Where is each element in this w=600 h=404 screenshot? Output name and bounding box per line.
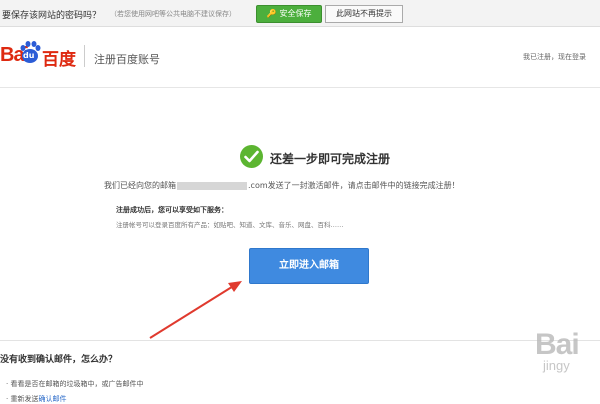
watermark-line1: Bai [535, 328, 580, 361]
login-link[interactable]: 我已注册，现在登录 [523, 52, 586, 62]
password-save-bar: 要保存该网站的密码吗？ （若您使用网吧等公共电脑不建议保存） 🔑 安全保存 此网站… [0, 0, 600, 27]
activation-notice: 我们已经向您的邮箱 .com发送了一封激活邮件，请点击邮件中的链接完成注册！ [104, 180, 460, 191]
check-circle-icon [240, 145, 263, 168]
logo-chinese: 百度 [42, 50, 76, 70]
notice-prefix: 我们已经向您的邮箱 [104, 181, 176, 190]
no-remind-button[interactable]: 此网站不再提示 [325, 5, 403, 23]
logo-paw-text: du [23, 51, 35, 60]
after-register-title: 注册成功后，您可以享受如下服务： [116, 206, 228, 214]
faq-item-spam-text: 看看是否在邮箱的垃圾箱中，或广告邮件中 [10, 380, 144, 388]
notice-suffix: .com发送了一封激活邮件，请点击邮件中的链接完成注册！ [248, 181, 460, 190]
enter-mailbox-button[interactable]: 立即进入邮箱 [249, 248, 369, 284]
faq-item-spam: · 看看是否在邮箱的垃圾箱中，或广告邮件中 [6, 380, 144, 388]
faq-divider [0, 340, 600, 341]
save-password-question: 要保存该网站的密码吗？ [2, 11, 102, 21]
site-header: Bai du 百度 注册百度账号 我已注册，现在登录 [0, 27, 600, 88]
success-title: 还差一步即可完成注册 [270, 152, 391, 166]
resend-link[interactable]: 确认邮件 [38, 395, 66, 403]
safe-save-label: 安全保存 [279, 9, 312, 18]
header-divider [84, 45, 85, 67]
faq-resend-text: 重新发送 [10, 395, 39, 403]
key-icon: 🔑 [266, 9, 277, 18]
page-title: 注册百度账号 [94, 53, 160, 66]
masked-email [177, 181, 247, 190]
baidu-jingyan-watermark: Bai jingy [535, 328, 580, 373]
faq-title: 没有收到确认邮件，怎么办？ [0, 355, 118, 365]
after-register-text: 注册帐号可以登录百度所有产品：如贴吧、知道、文库、音乐、网盘、百科…… [116, 221, 344, 229]
save-password-hint: （若您使用网吧等公共电脑不建议保存） [110, 10, 236, 18]
faq-item-resend: · 重新发送确认邮件 [6, 395, 67, 403]
safe-save-button[interactable]: 🔑 安全保存 [256, 5, 322, 23]
